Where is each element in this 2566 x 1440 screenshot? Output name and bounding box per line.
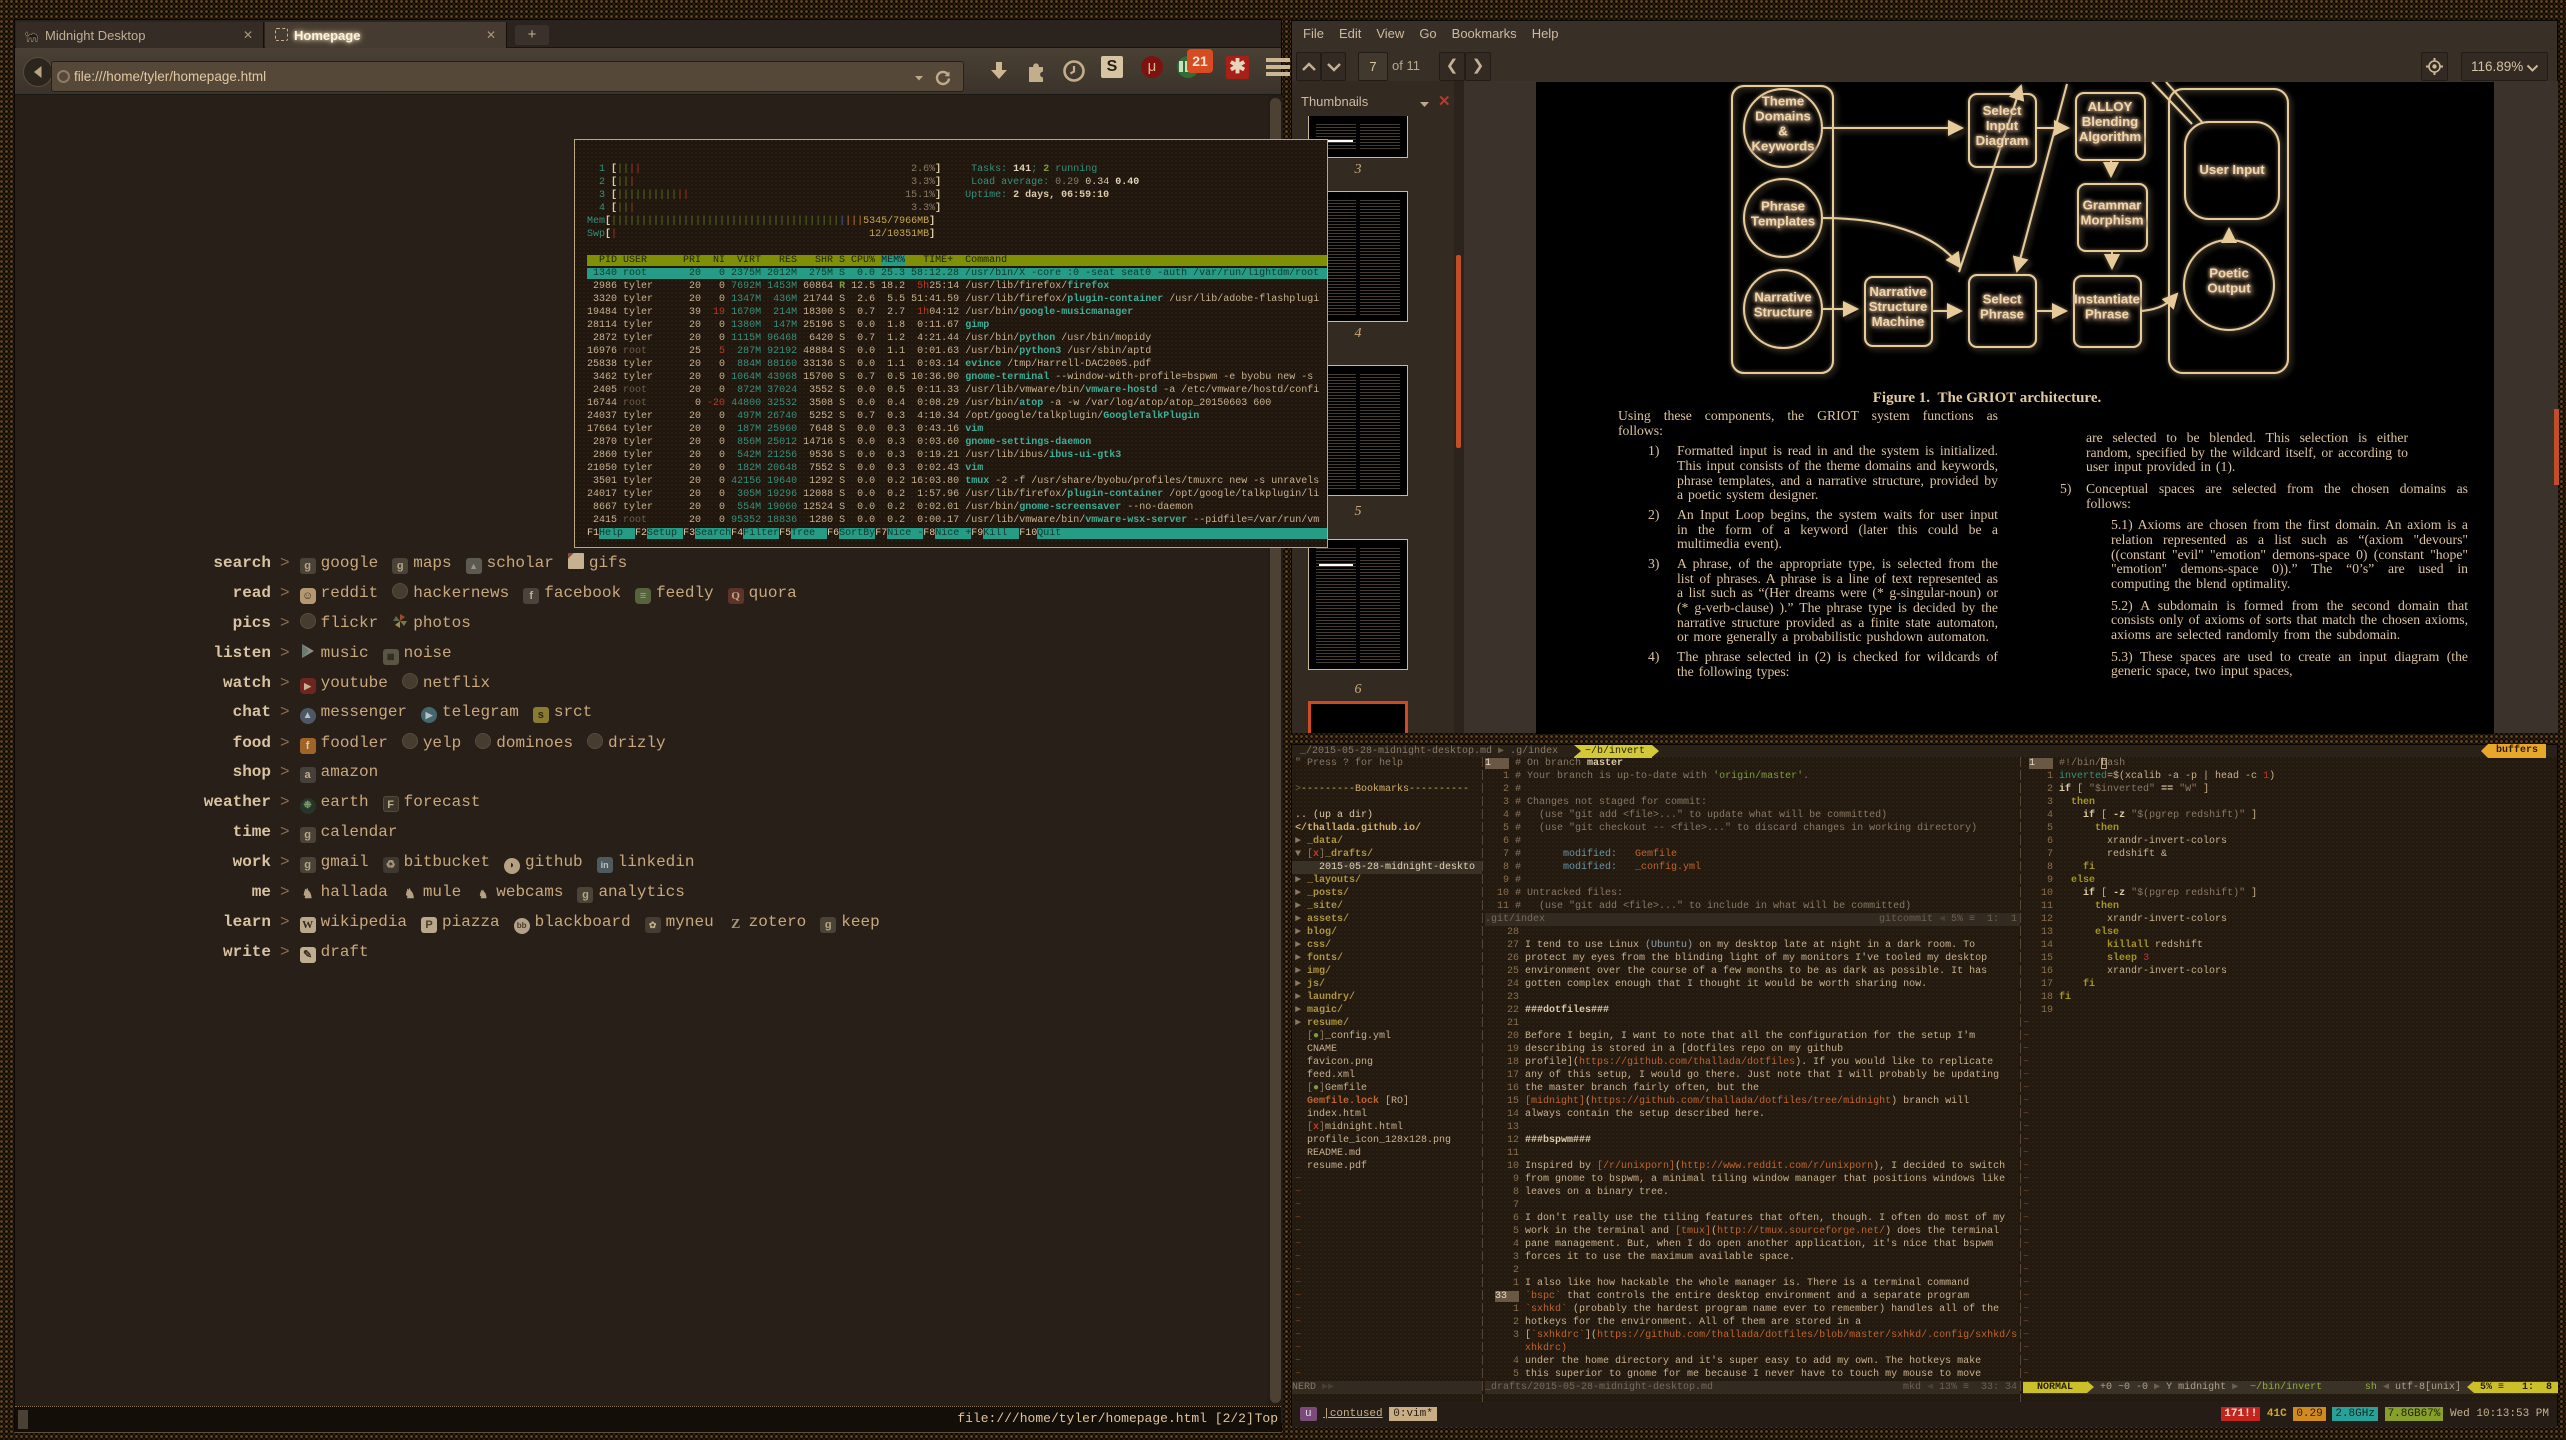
svg-text:Domains: Domains	[1755, 109, 1811, 124]
svg-text:Select: Select	[1983, 103, 2022, 118]
svg-text:Templates: Templates	[1751, 214, 1815, 229]
svg-text:Theme: Theme	[1762, 94, 1805, 109]
svg-text:Structure: Structure	[1869, 299, 1928, 314]
svg-text:&: &	[1778, 124, 1788, 139]
svg-text:Algorithm: Algorithm	[2079, 129, 2141, 144]
svg-text:Narrative: Narrative	[1869, 284, 1926, 299]
svg-text:Phrase: Phrase	[1761, 199, 1805, 214]
svg-text:Morphism: Morphism	[2080, 213, 2143, 228]
svg-text:Diagram: Diagram	[1976, 133, 2029, 148]
svg-text:Blending: Blending	[2082, 114, 2138, 129]
svg-text:Output: Output	[2207, 281, 2251, 296]
svg-text:User Input: User Input	[2199, 162, 2265, 177]
svg-text:Instantiate: Instantiate	[2074, 292, 2140, 307]
svg-text:Narrative: Narrative	[1754, 290, 1811, 305]
svg-text:Phrase: Phrase	[1980, 307, 2024, 322]
svg-text:Phrase: Phrase	[2085, 307, 2129, 322]
svg-text:ALLOY: ALLOY	[2088, 99, 2133, 114]
svg-text:Machine: Machine	[1872, 314, 1925, 329]
svg-text:Poetic: Poetic	[2209, 266, 2249, 281]
svg-text:Structure: Structure	[1754, 305, 1813, 320]
svg-text:Keywords: Keywords	[1751, 139, 1814, 154]
svg-text:Grammar: Grammar	[2083, 198, 2142, 213]
svg-text:Select: Select	[1983, 292, 2022, 307]
svg-text:Input: Input	[1986, 118, 2019, 133]
